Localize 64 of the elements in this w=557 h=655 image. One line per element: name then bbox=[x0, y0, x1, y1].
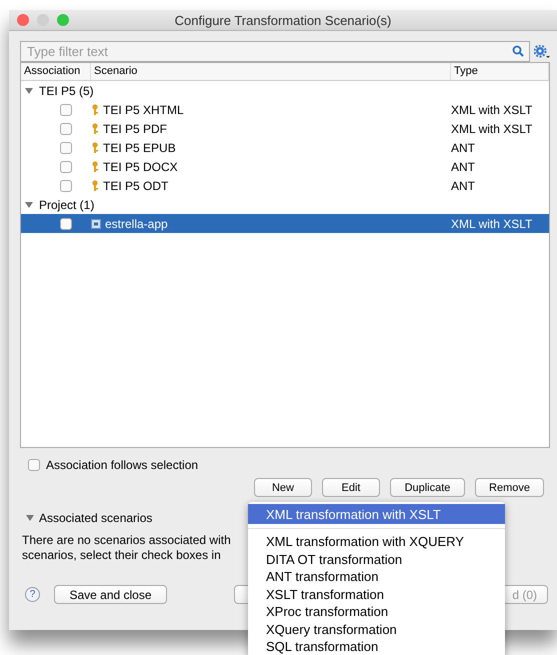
scenario-name: TEI P5 XHTML bbox=[103, 102, 184, 116]
menu-item[interactable]: XML transformation with XSLT bbox=[248, 504, 505, 524]
action-button[interactable]: New bbox=[254, 478, 312, 497]
checkbox[interactable] bbox=[60, 104, 72, 116]
key-icon bbox=[91, 160, 99, 172]
menu-item[interactable]: XQuery transformation bbox=[248, 620, 505, 638]
column-header[interactable]: Association bbox=[21, 63, 91, 80]
group-label[interactable]: Project (1) bbox=[39, 198, 94, 212]
document-icon bbox=[91, 218, 101, 228]
group-label[interactable]: TEI P5 (5) bbox=[39, 84, 94, 98]
scenario-type: XML with XSLT bbox=[451, 122, 532, 136]
settings-icon[interactable] bbox=[534, 44, 550, 58]
key-icon bbox=[91, 122, 99, 134]
key-icon bbox=[91, 104, 99, 116]
scenario-type: XML with XSLT bbox=[451, 216, 532, 230]
window-title: Configure Transformation Scenario(s) bbox=[174, 12, 392, 28]
action-button[interactable]: Remove bbox=[475, 478, 544, 497]
filter-field[interactable]: Type filter text bbox=[20, 41, 530, 62]
scenario-row[interactable]: TEI P5 PDF XML with XSLT bbox=[21, 119, 549, 138]
scenario-row[interactable]: TEI P5 ODT ANT bbox=[21, 176, 549, 195]
expanded-triangle-icon[interactable] bbox=[25, 86, 33, 94]
scenario-name: TEI P5 ODT bbox=[103, 178, 168, 192]
scenario-name: TEI P5 EPUB bbox=[103, 140, 176, 154]
scenario-type: ANT bbox=[451, 160, 475, 174]
info-text: There are no scenarios associated with bbox=[22, 533, 231, 548]
checkbox[interactable] bbox=[60, 180, 72, 192]
column-header[interactable]: Scenario bbox=[91, 63, 451, 80]
action-button[interactable]: Edit bbox=[322, 478, 380, 497]
menu-item[interactable]: ANT transformation bbox=[248, 568, 505, 586]
menu-item[interactable]: XProc transformation bbox=[248, 603, 505, 620]
menu-item[interactable]: SQL transformation bbox=[248, 638, 505, 655]
close-button[interactable] bbox=[17, 14, 29, 26]
checkbox[interactable] bbox=[28, 459, 40, 471]
checkbox[interactable] bbox=[60, 218, 72, 230]
scenario-row[interactable]: estrella-app XML with XSLT bbox=[21, 214, 549, 233]
info-text: scenarios, select their check boxes in bbox=[22, 548, 221, 563]
scenario-row[interactable]: TEI P5 DOCX ANT bbox=[21, 157, 549, 176]
expanded-triangle-icon[interactable] bbox=[25, 200, 33, 208]
checkbox[interactable] bbox=[60, 142, 72, 154]
checkbox[interactable] bbox=[60, 122, 72, 134]
scenario-type: ANT bbox=[451, 178, 475, 192]
scenario-name: estrella-app bbox=[105, 216, 168, 230]
checkbox-label: Association follows selection bbox=[46, 458, 198, 472]
menu-item[interactable]: XSLT transformation bbox=[248, 586, 505, 603]
expanded-triangle-icon[interactable] bbox=[26, 514, 34, 522]
key-icon bbox=[91, 142, 99, 154]
minimize-button[interactable] bbox=[37, 14, 49, 26]
checkbox[interactable] bbox=[60, 160, 72, 172]
help-button[interactable]: ? bbox=[25, 587, 40, 602]
section-title: Associated scenarios bbox=[39, 511, 152, 525]
scenario-type: XML with XSLT bbox=[451, 102, 532, 116]
scenario-row[interactable]: TEI P5 EPUB ANT bbox=[21, 138, 549, 157]
scenario-row[interactable]: TEI P5 XHTML XML with XSLT bbox=[21, 100, 549, 119]
save-and-close-button[interactable]: Save and close bbox=[54, 585, 167, 604]
search-icon[interactable] bbox=[512, 45, 524, 57]
key-icon bbox=[91, 180, 99, 192]
scenario-name: TEI P5 PDF bbox=[103, 122, 168, 136]
menu-item[interactable]: XML transformation with XQUERY bbox=[248, 533, 505, 550]
menu-item[interactable]: DITA OT transformation bbox=[248, 550, 505, 568]
scenario-name: TEI P5 DOCX bbox=[103, 160, 178, 174]
action-button[interactable]: Duplicate bbox=[390, 478, 465, 497]
scenario-type: ANT bbox=[451, 140, 475, 154]
column-header[interactable]: Type bbox=[451, 63, 549, 80]
zoom-button[interactable] bbox=[57, 14, 69, 26]
